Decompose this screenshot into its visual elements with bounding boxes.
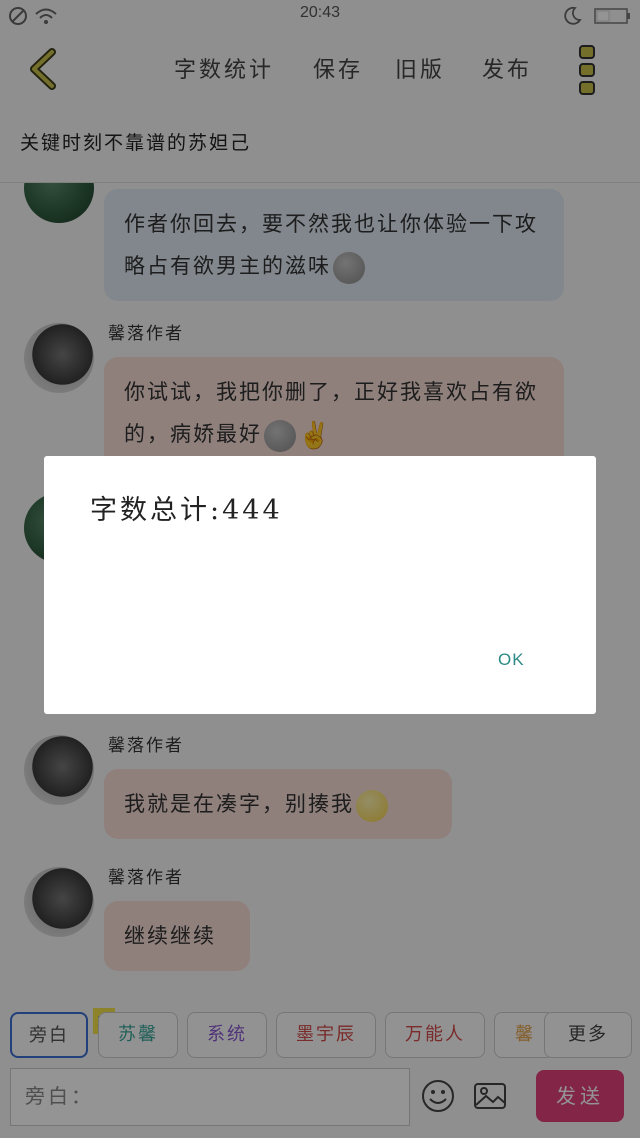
word-count-dialog: 字数总计:444 OK — [44, 456, 596, 714]
ok-button[interactable]: OK — [498, 650, 525, 670]
dialog-message: 字数总计:444 — [90, 495, 283, 526]
